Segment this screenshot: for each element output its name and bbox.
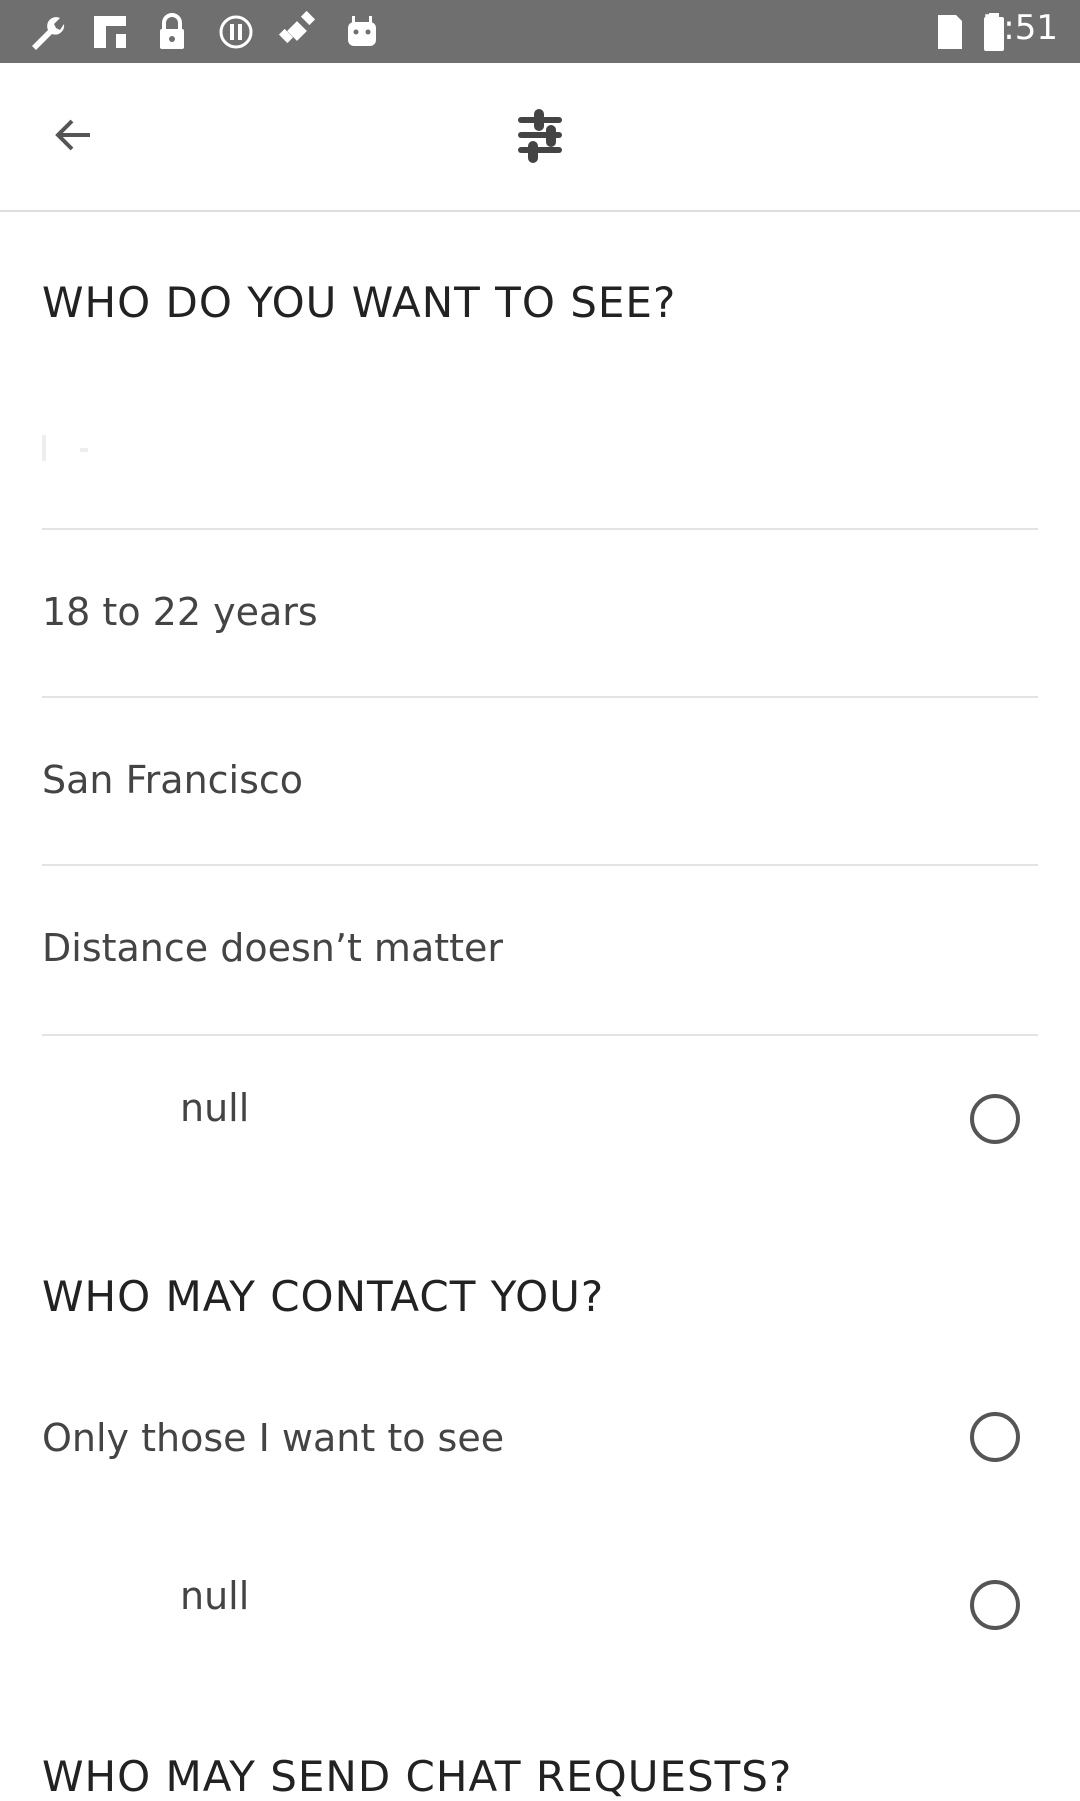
location-label: San Francisco: [42, 758, 304, 802]
satellite-fake-icon: [276, 10, 320, 54]
back-button[interactable]: [36, 101, 108, 173]
see-null-option-label: null: [180, 1086, 250, 1130]
contact-option-label: Only those I want to see: [42, 1416, 505, 1460]
pause-icon: [214, 10, 258, 54]
contact-null-radio[interactable]: [970, 1580, 1020, 1630]
see-null-radio[interactable]: [970, 1094, 1020, 1144]
wrench-icon: [24, 10, 68, 54]
sim-card-icon: [928, 10, 972, 54]
location-row[interactable]: San Francisco: [42, 698, 1038, 864]
distance-row[interactable]: Distance doesn’t matter: [42, 866, 1038, 1034]
age-range-row[interactable]: 18 to 22 years: [42, 530, 1038, 696]
contact-option-row[interactable]: Only those I want to see: [42, 1390, 1038, 1536]
section-title-contact: WHO MAY CONTACT YOU?: [42, 1272, 605, 1321]
distance-label: Distance doesn’t matter: [42, 926, 504, 970]
app-bar: [0, 63, 1080, 212]
contact-option-radio[interactable]: [970, 1412, 1020, 1462]
gender-row[interactable]: [42, 392, 1038, 528]
flipboard-icon: [88, 10, 132, 54]
status-bar: 5:51: [0, 0, 1080, 63]
arrow-back-icon: [50, 113, 94, 161]
filter-button[interactable]: [504, 101, 576, 173]
contact-null-option-row[interactable]: null: [42, 1560, 1038, 1680]
contact-null-option-label: null: [180, 1574, 250, 1618]
android-icon: [340, 10, 384, 54]
sliders-icon: [514, 105, 566, 169]
faint-mark: [42, 435, 46, 461]
section-title-see: WHO DO YOU WANT TO SEE?: [42, 278, 677, 327]
status-time: 5:51: [981, 8, 1058, 48]
lock-icon: [150, 10, 194, 54]
faint-mark: [80, 448, 88, 452]
see-null-option-row[interactable]: null: [42, 1036, 1038, 1186]
age-range-label: 18 to 22 years: [42, 590, 318, 634]
